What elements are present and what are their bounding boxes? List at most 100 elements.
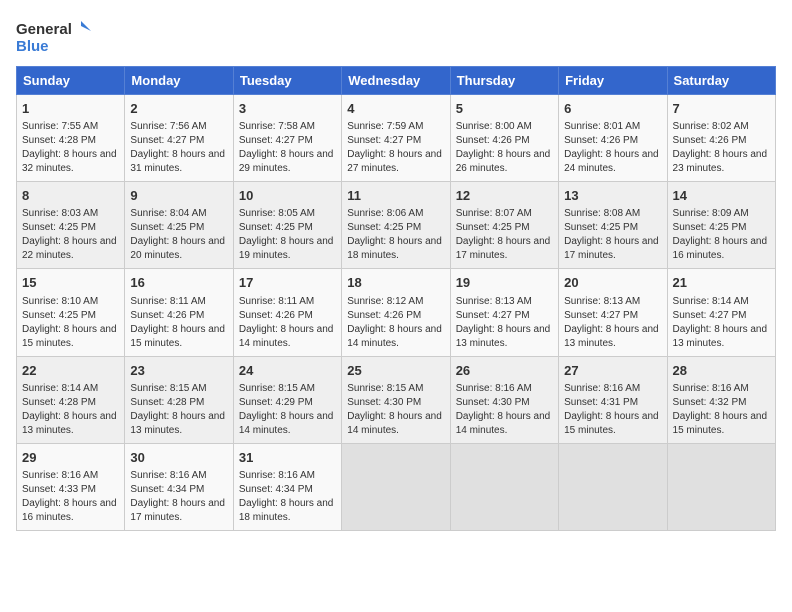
day-number: 8 (22, 187, 119, 205)
day-cell: 28Sunrise: 8:16 AMSunset: 4:32 PMDayligh… (667, 356, 775, 443)
daylight-label: Daylight: 8 hours and 13 minutes. (564, 324, 659, 349)
daylight-label: Daylight: 8 hours and 18 minutes. (239, 498, 334, 523)
day-number: 11 (347, 187, 444, 205)
daylight-label: Daylight: 8 hours and 19 minutes. (239, 236, 334, 261)
day-number: 26 (456, 362, 553, 380)
calendar-table: SundayMondayTuesdayWednesdayThursdayFrid… (16, 66, 776, 531)
empty-cell (450, 443, 558, 530)
day-number: 1 (22, 100, 119, 118)
sunset-label: Sunset: 4:30 PM (456, 397, 530, 408)
day-cell: 25Sunrise: 8:15 AMSunset: 4:30 PMDayligh… (342, 356, 450, 443)
sunrise-label: Sunrise: 8:16 AM (130, 470, 206, 481)
day-cell: 29Sunrise: 8:16 AMSunset: 4:33 PMDayligh… (17, 443, 125, 530)
sunset-label: Sunset: 4:27 PM (673, 310, 747, 321)
svg-text:Blue: Blue (16, 38, 49, 55)
day-number: 13 (564, 187, 661, 205)
sunset-label: Sunset: 4:34 PM (130, 484, 204, 495)
day-cell: 9Sunrise: 8:04 AMSunset: 4:25 PMDaylight… (125, 182, 233, 269)
day-cell: 16Sunrise: 8:11 AMSunset: 4:26 PMDayligh… (125, 269, 233, 356)
daylight-label: Daylight: 8 hours and 17 minutes. (564, 236, 659, 261)
sunrise-label: Sunrise: 8:05 AM (239, 208, 315, 219)
daylight-label: Daylight: 8 hours and 13 minutes. (456, 324, 551, 349)
sunset-label: Sunset: 4:29 PM (239, 397, 313, 408)
sunrise-label: Sunrise: 8:00 AM (456, 121, 532, 132)
sunrise-label: Sunrise: 8:14 AM (673, 296, 749, 307)
daylight-label: Daylight: 8 hours and 20 minutes. (130, 236, 225, 261)
daylight-label: Daylight: 8 hours and 27 minutes. (347, 149, 442, 174)
day-cell: 2 Sunrise: 7:56 AM Sunset: 4:27 PM Daylight… (125, 95, 233, 182)
day-number: 19 (456, 274, 553, 292)
sunrise-label: Sunrise: 8:15 AM (347, 383, 423, 394)
sunset-label: Sunset: 4:25 PM (564, 222, 638, 233)
day-cell: 1Sunrise: 7:55 AMSunset: 4:28 PMDaylight… (17, 95, 125, 182)
daylight-label: Daylight: 8 hours and 14 minutes. (239, 411, 334, 436)
sunset-label: Sunset: 4:34 PM (239, 484, 313, 495)
day-cell: 6Sunrise: 8:01 AMSunset: 4:26 PMDaylight… (559, 95, 667, 182)
sunrise-label: Sunrise: 8:01 AM (564, 121, 640, 132)
sunset-label: Sunset: 4:27 PM (130, 135, 204, 146)
day-number: 2 (130, 100, 227, 118)
sunset-label: Sunset: 4:25 PM (673, 222, 747, 233)
daylight-label: Daylight: 8 hours and 15 minutes. (564, 411, 659, 436)
day-cell: 26Sunrise: 8:16 AMSunset: 4:30 PMDayligh… (450, 356, 558, 443)
sunrise-label: Sunrise: 8:03 AM (22, 208, 98, 219)
empty-cell (559, 443, 667, 530)
sunset-label: Sunset: 4:33 PM (22, 484, 96, 495)
sunset-label: Sunset: 4:28 PM (130, 397, 204, 408)
sunset-label: Sunset: 4:25 PM (22, 222, 96, 233)
sunrise-label: Sunrise: 8:16 AM (456, 383, 532, 394)
sunset-label: Sunset: 4:31 PM (564, 397, 638, 408)
sunrise-label: Sunrise: 8:13 AM (564, 296, 640, 307)
sunset-label: Sunset: 4:26 PM (130, 310, 204, 321)
sunset-label: Sunset: 4:25 PM (22, 310, 96, 321)
day-cell: 22Sunrise: 8:14 AMSunset: 4:28 PMDayligh… (17, 356, 125, 443)
day-cell: 10Sunrise: 8:05 AMSunset: 4:25 PMDayligh… (233, 182, 341, 269)
sunrise-label: Sunrise: 8:06 AM (347, 208, 423, 219)
page-header: General Blue (16, 16, 776, 56)
col-header-friday: Friday (559, 67, 667, 95)
day-cell: 12Sunrise: 8:07 AMSunset: 4:25 PMDayligh… (450, 182, 558, 269)
sunset-label: Sunset: 4:25 PM (456, 222, 530, 233)
daylight-label: Daylight: 8 hours and 29 minutes. (239, 149, 334, 174)
day-cell: 18Sunrise: 8:12 AMSunset: 4:26 PMDayligh… (342, 269, 450, 356)
col-header-monday: Monday (125, 67, 233, 95)
day-cell: 30Sunrise: 8:16 AMSunset: 4:34 PMDayligh… (125, 443, 233, 530)
day-cell: 4Sunrise: 7:59 AMSunset: 4:27 PMDaylight… (342, 95, 450, 182)
day-cell: 24Sunrise: 8:15 AMSunset: 4:29 PMDayligh… (233, 356, 341, 443)
col-header-saturday: Saturday (667, 67, 775, 95)
day-cell: 7Sunrise: 8:02 AMSunset: 4:26 PMDaylight… (667, 95, 775, 182)
sunrise-label: Sunrise: 7:56 AM (130, 121, 206, 132)
day-number: 5 (456, 100, 553, 118)
sunrise-label: Sunrise: 8:12 AM (347, 296, 423, 307)
day-number: 28 (673, 362, 770, 380)
sunrise-label: Sunrise: 7:55 AM (22, 121, 98, 132)
sunrise-label: Sunrise: 7:59 AM (347, 121, 423, 132)
col-header-thursday: Thursday (450, 67, 558, 95)
sunrise-label: Sunrise: 8:07 AM (456, 208, 532, 219)
day-cell: 31Sunrise: 8:16 AMSunset: 4:34 PMDayligh… (233, 443, 341, 530)
daylight-label: Daylight: 8 hours and 17 minutes. (130, 498, 225, 523)
sunrise-label: Sunrise: 8:16 AM (673, 383, 749, 394)
sunset-label: Sunset: 4:27 PM (564, 310, 638, 321)
sunrise-label: Sunrise: 8:09 AM (673, 208, 749, 219)
day-cell: 3Sunrise: 7:58 AMSunset: 4:27 PMDaylight… (233, 95, 341, 182)
daylight-label: Daylight: 8 hours and 15 minutes. (130, 324, 225, 349)
day-cell: 17Sunrise: 8:11 AMSunset: 4:26 PMDayligh… (233, 269, 341, 356)
sunset-label: Sunset: 4:27 PM (239, 135, 313, 146)
daylight-label: Daylight: 8 hours and 31 minutes. (130, 149, 225, 174)
day-number: 29 (22, 449, 119, 467)
day-cell: 23Sunrise: 8:15 AMSunset: 4:28 PMDayligh… (125, 356, 233, 443)
col-header-sunday: Sunday (17, 67, 125, 95)
sunrise-label: Sunrise: 8:10 AM (22, 296, 98, 307)
day-number: 9 (130, 187, 227, 205)
day-cell: 11Sunrise: 8:06 AMSunset: 4:25 PMDayligh… (342, 182, 450, 269)
sunset-label: Sunset: 4:25 PM (347, 222, 421, 233)
day-cell: 21Sunrise: 8:14 AMSunset: 4:27 PMDayligh… (667, 269, 775, 356)
day-cell: 27Sunrise: 8:16 AMSunset: 4:31 PMDayligh… (559, 356, 667, 443)
empty-cell (667, 443, 775, 530)
sunset-label: Sunset: 4:26 PM (673, 135, 747, 146)
day-number: 4 (347, 100, 444, 118)
day-cell: 13Sunrise: 8:08 AMSunset: 4:25 PMDayligh… (559, 182, 667, 269)
day-number: 31 (239, 449, 336, 467)
day-number: 16 (130, 274, 227, 292)
